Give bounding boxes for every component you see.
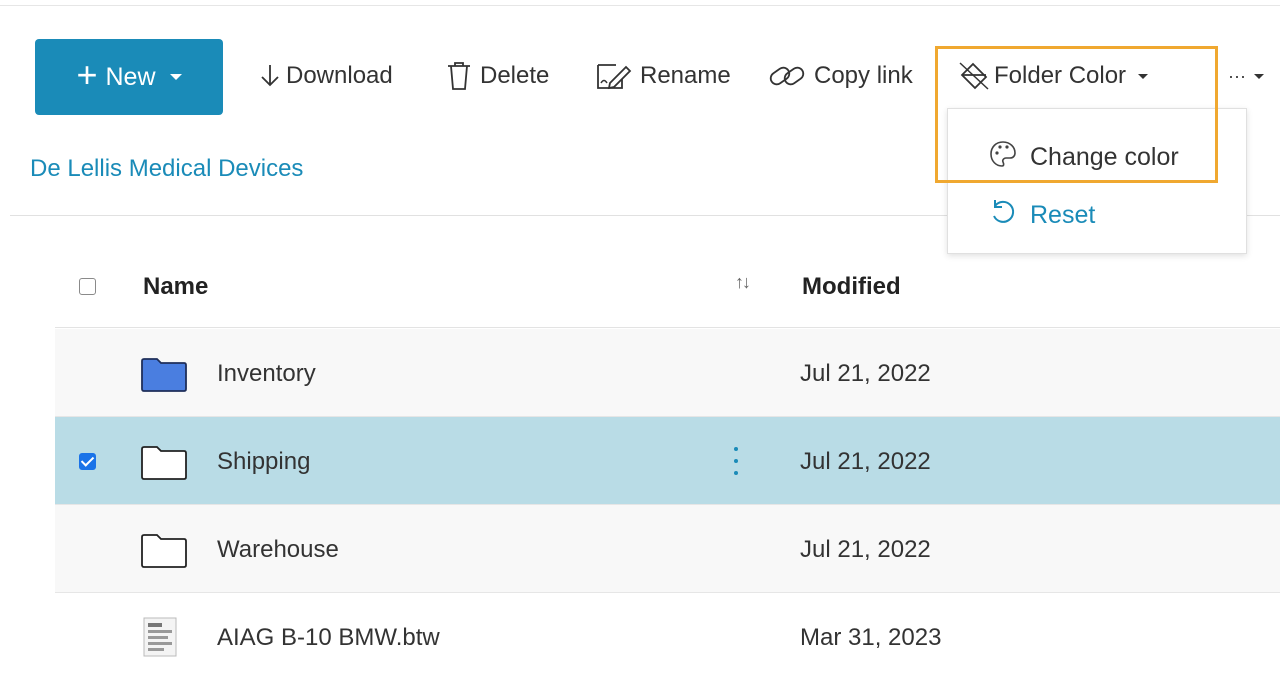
copy-link-button[interactable]: Copy link: [768, 56, 913, 96]
download-label: Download: [286, 62, 393, 89]
rename-label: Rename: [640, 62, 731, 89]
select-all-checkbox[interactable]: [79, 278, 96, 295]
row-modified: Jul 21, 2022: [800, 448, 931, 475]
column-header-name[interactable]: Name: [143, 273, 208, 301]
row-name[interactable]: AIAG B-10 BMW.btw: [217, 624, 440, 652]
folder-color-menu: Change color Reset: [947, 108, 1247, 254]
folder-icon: [140, 357, 188, 398]
table-row[interactable]: Warehouse Jul 21, 2022: [55, 505, 1280, 593]
chevron-down-icon: [1138, 73, 1149, 79]
breadcrumb[interactable]: De Lellis Medical Devices: [30, 155, 303, 183]
row-checkbox[interactable]: [79, 453, 96, 470]
link-icon: [768, 62, 806, 90]
trash-icon: [446, 61, 472, 91]
row-name[interactable]: Warehouse: [217, 536, 339, 564]
reset-label: Reset: [1030, 201, 1096, 229]
rename-button[interactable]: Rename: [596, 56, 731, 96]
new-button[interactable]: + New: [35, 39, 223, 115]
more-options-icon[interactable]: [731, 443, 741, 479]
change-color-label: Change color: [1030, 143, 1179, 171]
row-modified: Jul 21, 2022: [800, 536, 931, 563]
change-color-menu-item[interactable]: Change color: [988, 139, 1179, 176]
row-modified: Jul 21, 2022: [800, 360, 931, 387]
palette-icon: [988, 139, 1018, 176]
folder-icon: [140, 533, 188, 574]
more-icon: ···: [1228, 65, 1246, 86]
sort-icon[interactable]: ↑↓: [735, 272, 751, 293]
undo-icon: [988, 197, 1018, 234]
row-name[interactable]: Inventory: [217, 360, 316, 388]
table-row[interactable]: Inventory Jul 21, 2022: [55, 329, 1280, 417]
new-button-label: New: [105, 62, 156, 91]
table-row[interactable]: AIAG B-10 BMW.btw Mar 31, 2023: [55, 593, 1280, 681]
reset-menu-item[interactable]: Reset: [988, 197, 1095, 234]
download-icon: [258, 63, 282, 89]
list-header: Name ↑↓ Modified: [55, 250, 1280, 328]
document-icon: [143, 617, 177, 662]
more-actions-button[interactable]: ···: [1228, 56, 1264, 96]
copy-link-label: Copy link: [814, 62, 913, 89]
chevron-down-icon: [169, 74, 182, 80]
top-divider: [0, 5, 1280, 6]
download-button[interactable]: Download: [258, 56, 393, 96]
folder-icon: [140, 445, 188, 486]
rename-icon: [596, 61, 632, 91]
plus-icon: +: [76, 54, 98, 95]
folder-color-button[interactable]: Folder Color: [958, 56, 1149, 96]
table-row[interactable]: Shipping Jul 21, 2022: [55, 417, 1280, 505]
column-header-modified[interactable]: Modified: [802, 273, 901, 301]
folder-color-label: Folder Color: [994, 62, 1127, 89]
delete-label: Delete: [480, 62, 550, 89]
row-modified: Mar 31, 2023: [800, 624, 942, 651]
delete-button[interactable]: Delete: [446, 56, 549, 96]
chevron-down-icon: [1253, 73, 1264, 79]
row-name[interactable]: Shipping: [217, 448, 310, 476]
paint-bucket-icon: [958, 61, 990, 91]
